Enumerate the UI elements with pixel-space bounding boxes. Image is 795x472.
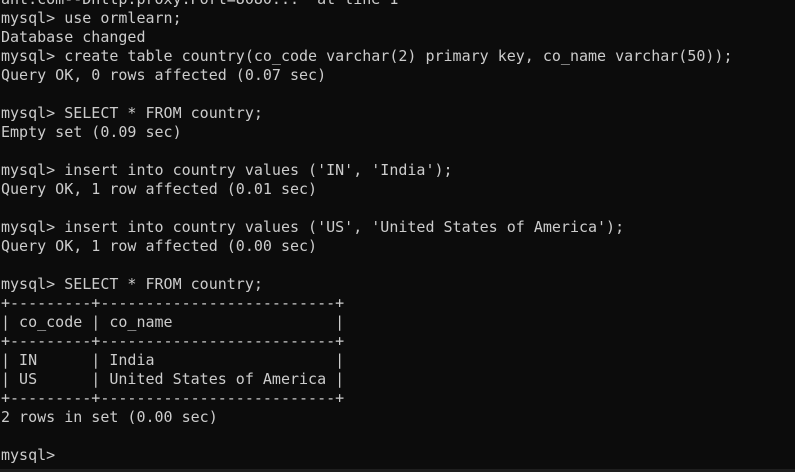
terminal-line: Query OK, 1 row affected (0.00 sec) [1, 237, 318, 255]
terminal-line: mysql> SELECT * FROM country; [1, 104, 263, 122]
terminal-line: ant.com--Dhttp.proxy.Port=8080...' at li… [1, 0, 733, 9]
terminal-line: 2 rows in set (0.00 sec) [1, 408, 218, 426]
terminal-window[interactable]: ant.com--Dhttp.proxy.Port=8080...' at li… [0, 0, 795, 472]
table-border-line: +---------+--------------------------+ [1, 389, 345, 407]
table-border-line: +---------+--------------------------+ [1, 294, 345, 312]
table-row: | IN | India | [1, 351, 345, 369]
terminal-output: ant.com--Dhttp.proxy.Port=8080...' at li… [1, 0, 733, 465]
terminal-line: mysql> SELECT * FROM country; [1, 275, 263, 293]
terminal-line: mysql> insert into country values ('IN',… [1, 161, 453, 179]
table-row: | US | United States of America | [1, 370, 345, 388]
table-header-row: | co_code | co_name | [1, 313, 345, 331]
command-prompt[interactable]: mysql> [1, 446, 733, 465]
terminal-line: Database changed [1, 28, 146, 46]
terminal-line: Query OK, 0 rows affected (0.07 sec) [1, 66, 327, 84]
terminal-line: mysql> create table country(co_code varc… [1, 47, 733, 65]
table-border-line: +---------+--------------------------+ [1, 332, 345, 350]
terminal-line: mysql> use ormlearn; [1, 9, 182, 27]
terminal-line: mysql> insert into country values ('US',… [1, 218, 625, 236]
terminal-line: Empty set (0.09 sec) [1, 123, 182, 141]
terminal-line: Query OK, 1 row affected (0.01 sec) [1, 180, 318, 198]
